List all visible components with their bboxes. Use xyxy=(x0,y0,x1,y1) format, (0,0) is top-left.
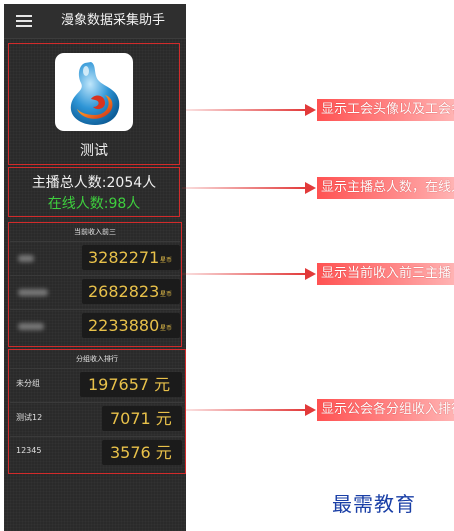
total-anchors: 主播总人数:2054人 xyxy=(31,175,157,191)
union-profile-section: 测试 xyxy=(8,43,180,165)
group-value: 7071 元 xyxy=(110,409,172,428)
group-value-cell: 3576 元 xyxy=(102,440,182,465)
income-row[interactable]: 2233880 星币 xyxy=(10,309,180,342)
income-value-cell: 3282271 星币 xyxy=(82,245,180,270)
income-row[interactable]: 3282271 星币 xyxy=(10,241,180,274)
right-arrow-icon xyxy=(186,109,306,111)
income-unit: 星币 xyxy=(160,257,173,264)
income-row[interactable]: 2682823 星币 xyxy=(10,275,180,308)
blurred-anchor-name xyxy=(18,255,34,262)
group-income-title: 分组收入排行 xyxy=(76,355,118,363)
group-row[interactable]: 12345 3576 元 xyxy=(10,436,184,469)
anchor-count-section: 主播总人数:2054人 在线人数:98人 xyxy=(8,167,180,217)
group-value: 3576 元 xyxy=(110,443,172,462)
income-value-cell: 2233880 星币 xyxy=(82,313,180,338)
app-window: 漫象数据采集助手 测试 主播总人数:2054人 在线人数:98人 当前收入前三 … xyxy=(4,4,186,531)
group-value-cell: 197657 元 xyxy=(80,372,182,397)
group-name: 12345 xyxy=(16,446,42,455)
right-arrow-icon xyxy=(305,182,316,194)
screenshot-stage: 漫象数据采集助手 测试 主播总人数:2054人 在线人数:98人 当前收入前三 … xyxy=(0,0,454,531)
group-name: 未分组 xyxy=(16,379,40,388)
right-arrow-icon xyxy=(182,187,306,189)
right-arrow-icon xyxy=(305,104,316,116)
group-name: 测试12 xyxy=(16,413,43,422)
top-income-section: 当前收入前三 3282271 星币 2682823 星币 2233880 星币 xyxy=(8,222,182,347)
top-income-title: 当前收入前三 xyxy=(74,228,116,236)
group-row[interactable]: 未分组 197657 元 xyxy=(10,368,184,401)
blurred-anchor-name xyxy=(18,323,44,330)
right-arrow-icon xyxy=(305,268,316,280)
income-value: 2682823 xyxy=(88,282,160,301)
title-bar: 漫象数据采集助手 xyxy=(4,4,186,39)
hamburger-menu-icon[interactable] xyxy=(12,10,38,32)
callout-label: 显示公会各分组收入排行 xyxy=(317,399,454,421)
swirl-logo-icon xyxy=(70,62,120,125)
watermark: 最需教育 xyxy=(332,492,416,516)
right-arrow-icon xyxy=(182,273,306,275)
union-name: 测试 xyxy=(80,143,108,159)
callout-label: 显示主播总人数，在线人数 xyxy=(317,177,454,199)
callout-label: 显示当前收入前三主播 xyxy=(317,263,454,285)
group-value: 197657 元 xyxy=(88,375,171,394)
income-value-cell: 2682823 星币 xyxy=(82,279,180,304)
online-anchors: 在线人数:98人 xyxy=(47,196,141,212)
group-value-cell: 7071 元 xyxy=(102,406,182,431)
income-value: 3282271 xyxy=(88,248,160,267)
income-unit: 星币 xyxy=(160,291,173,298)
right-arrow-icon xyxy=(305,404,316,416)
union-avatar[interactable] xyxy=(55,53,133,131)
right-arrow-icon xyxy=(186,409,306,411)
group-income-section: 分组收入排行 未分组 197657 元 测试12 7071 元 12345 35… xyxy=(8,349,186,474)
income-unit: 星币 xyxy=(160,325,173,332)
blurred-anchor-name xyxy=(18,289,48,296)
group-row[interactable]: 测试12 7071 元 xyxy=(10,402,184,435)
income-value: 2233880 xyxy=(88,316,160,335)
app-title: 漫象数据采集助手 xyxy=(60,13,165,28)
callout-label: 显示工会头像以及工会名称 xyxy=(317,99,454,121)
